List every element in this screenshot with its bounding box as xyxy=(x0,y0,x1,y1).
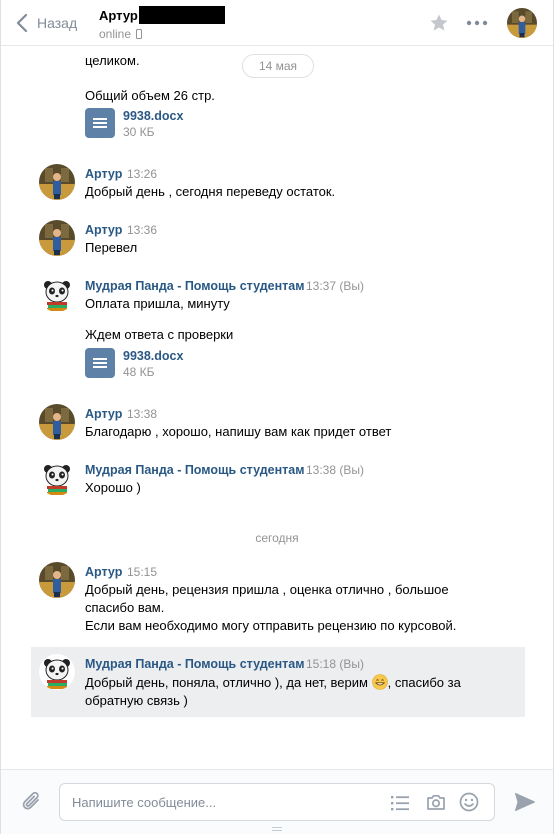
message-text: Хорошо ) xyxy=(85,480,141,495)
message-author[interactable]: Артур xyxy=(85,407,122,421)
star-icon[interactable] xyxy=(429,13,449,33)
message-input-box[interactable] xyxy=(59,783,495,821)
composer xyxy=(1,769,553,834)
chevron-left-icon xyxy=(16,13,28,33)
peer-info[interactable]: Артур online xyxy=(99,6,225,41)
message-time[interactable]: 15:18 (Вы) xyxy=(306,657,364,671)
chat-window: Назад Артур online 14 мая целиком. Общий… xyxy=(0,0,554,834)
message-list[interactable]: 14 мая целиком. Общий объем 26 стр. 9938… xyxy=(1,47,553,769)
panda-avatar[interactable] xyxy=(39,460,75,496)
message-author[interactable]: Артур xyxy=(85,223,122,237)
panda-avatar[interactable] xyxy=(39,276,75,312)
message-text: Если вам необходимо могу отправить рецен… xyxy=(85,618,457,633)
send-icon[interactable] xyxy=(514,792,536,812)
avatar[interactable] xyxy=(39,404,75,440)
message-author[interactable]: Мудрая Панда - Помощь студентам xyxy=(85,279,304,293)
date-pill: 14 мая xyxy=(242,54,314,78)
message-text: Ждем ответа с проверки xyxy=(85,327,234,342)
message-text: обратную связь ) xyxy=(85,693,188,708)
avatar[interactable] xyxy=(39,562,75,598)
peer-name: Артур xyxy=(99,7,138,23)
camera-icon[interactable] xyxy=(426,793,446,811)
message-text-part: , спасибо за xyxy=(387,675,461,690)
document-size: 48 КБ xyxy=(123,365,155,379)
document-icon[interactable] xyxy=(85,108,115,138)
panda-avatar[interactable] xyxy=(39,654,75,690)
message-time[interactable]: 13:37 (Вы) xyxy=(306,279,364,293)
message-author[interactable]: Мудрая Панда - Помощь студентам xyxy=(85,657,304,671)
message-time[interactable]: 13:26 xyxy=(127,167,157,181)
phone-icon xyxy=(136,29,143,39)
avatar[interactable] xyxy=(39,220,75,256)
avatar[interactable] xyxy=(39,164,75,200)
message-time-value: 13:38 xyxy=(306,463,337,477)
chat-header: Назад Артур online xyxy=(1,0,553,46)
header-avatar[interactable] xyxy=(507,8,537,38)
more-dots-icon[interactable] xyxy=(466,20,488,26)
back-button[interactable]: Назад xyxy=(15,12,77,34)
self-marker: (Вы) xyxy=(339,279,364,293)
message-text-part: Добрый день, поняла, отлично ), да нет, … xyxy=(85,675,368,690)
paperclip-icon[interactable] xyxy=(21,790,43,814)
message-text: Общий объем 26 стр. xyxy=(85,88,215,103)
message-author[interactable]: Артур xyxy=(85,167,122,181)
redacted-block xyxy=(138,6,225,24)
document-link[interactable]: 9938.docx xyxy=(123,109,183,123)
message-author[interactable]: Мудрая Панда - Помощь студентам xyxy=(85,463,304,477)
resize-grip[interactable] xyxy=(272,827,282,831)
message-time[interactable]: 15:15 xyxy=(127,565,157,579)
grin-emoji-icon xyxy=(371,674,388,690)
message-text: Оплата пришла, минуту xyxy=(85,296,230,311)
document-size: 30 КБ xyxy=(123,125,155,139)
date-separator: сегодня xyxy=(255,531,299,545)
self-marker: (Вы) xyxy=(339,463,364,477)
message-text: целиком. xyxy=(85,53,140,68)
message-text: Благодарю , хорошо, напишу вам как приде… xyxy=(85,424,392,439)
message-author[interactable]: Артур xyxy=(85,565,122,579)
document-icon[interactable] xyxy=(85,348,115,378)
message-text: Перевел xyxy=(85,240,138,255)
back-label: Назад xyxy=(37,15,78,31)
document-link[interactable]: 9938.docx xyxy=(123,349,183,363)
message-text: Добрый день, рецензия пришла , оценка от… xyxy=(85,582,449,597)
peer-status: online xyxy=(99,27,132,41)
message-text: Добрый день , сегодня переведу остаток. xyxy=(85,184,336,199)
message-time-value: 15:18 xyxy=(306,657,337,671)
message-text: Добрый день, поняла, отлично ), да нет, … xyxy=(85,674,461,692)
message-time[interactable]: 13:38 xyxy=(127,407,157,421)
message-input[interactable] xyxy=(72,793,372,811)
list-icon[interactable] xyxy=(390,794,410,812)
message-text: спасибо вам. xyxy=(85,600,165,615)
smile-icon[interactable] xyxy=(459,792,479,812)
message-time[interactable]: 13:36 xyxy=(127,223,157,237)
message-time-value: 13:37 xyxy=(306,279,337,293)
message-time[interactable]: 13:38 (Вы) xyxy=(306,463,364,477)
self-marker: (Вы) xyxy=(339,657,364,671)
